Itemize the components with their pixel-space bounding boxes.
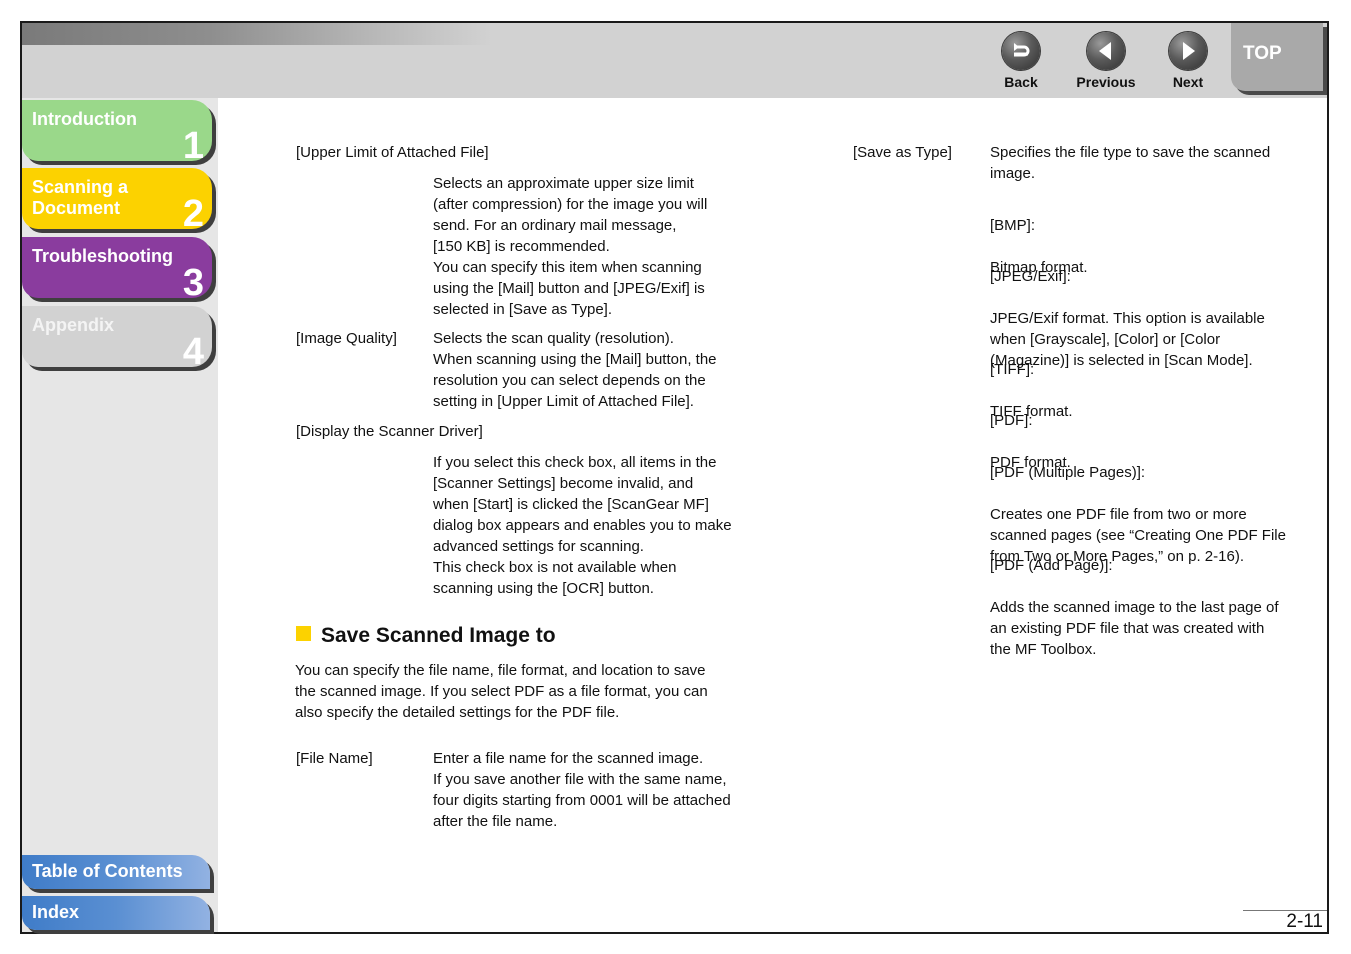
previous-button[interactable]: Previous: [1071, 32, 1141, 90]
back-arrow-icon: [1014, 43, 1030, 57]
next-button[interactable]: Next: [1153, 32, 1223, 90]
section-heading-text: Save Scanned Image to: [321, 624, 556, 647]
section-intro: You can specify the file name, file form…: [295, 662, 708, 721]
right-triangle-icon: [1183, 42, 1195, 60]
chapter-number: 1: [182, 125, 204, 167]
chapter-number: 2: [182, 193, 204, 235]
image-quality-term: [Image Quality]: [296, 330, 397, 347]
format-pdf-add-page: [PDF (Add Page)]: Adds the scanned image…: [990, 534, 1279, 681]
left-triangle-icon: [1099, 42, 1111, 60]
format-name: [PDF (Add Page)]:: [990, 557, 1113, 574]
chapter-title: Troubleshooting: [32, 246, 173, 266]
back-label: Back: [1004, 74, 1038, 90]
chapter-tab-appendix[interactable]: Appendix 4: [22, 306, 212, 371]
upper-limit-term: [Upper Limit of Attached File]: [296, 144, 489, 161]
save-as-type-term: [Save as Type]: [853, 144, 952, 161]
back-button[interactable]: Back: [986, 32, 1056, 90]
previous-label: Previous: [1076, 74, 1136, 90]
chapter-title: Scanning a Document: [32, 177, 129, 218]
chapter-tab-troubleshooting[interactable]: Troubleshooting 3: [22, 237, 212, 302]
chapter-title: Appendix: [32, 315, 115, 335]
format-name: [PDF]:: [990, 412, 1033, 429]
format-name: [TIFF]:: [990, 361, 1035, 378]
chapter-number: 4: [182, 331, 204, 373]
format-name: [JPEG/Exif]:: [990, 268, 1071, 285]
format-name: [PDF (Multiple Pages)]:: [990, 464, 1146, 481]
top-label: TOP: [1243, 43, 1282, 64]
format-desc: Adds the scanned image to the last page …: [990, 599, 1279, 658]
table-of-contents-label: Table of Contents: [32, 861, 183, 881]
chapter-tab-scanning-a-document[interactable]: Scanning a Document 2: [22, 168, 212, 233]
section-heading: Save Scanned Image to: [296, 624, 556, 648]
index-label: Index: [32, 902, 80, 922]
next-label: Next: [1172, 74, 1204, 90]
index-button[interactable]: Index: [22, 896, 210, 930]
upper-limit-desc: Selects an approximate upper size limit …: [433, 175, 708, 318]
heading-bullet-icon: [296, 626, 311, 641]
format-name: [BMP]:: [990, 217, 1036, 234]
top-button[interactable]: TOP: [1231, 23, 1323, 91]
image-quality-desc: Selects the scan quality (resolution). W…: [433, 330, 717, 410]
chapter-tab-introduction[interactable]: Introduction 1: [22, 100, 212, 165]
file-name-term: [File Name]: [296, 750, 373, 767]
chapter-title: Introduction: [32, 109, 137, 129]
header-gradient: [22, 23, 492, 45]
display-driver-desc: If you select this check box, all items …: [433, 454, 732, 597]
page-number: 2-11: [1286, 911, 1323, 932]
save-as-type-desc: Specifies the file type to save the scan…: [990, 144, 1271, 182]
display-driver-term: [Display the Scanner Driver]: [296, 423, 483, 440]
chapter-number: 3: [182, 262, 204, 304]
file-name-desc: Enter a file name for the scanned image.…: [433, 750, 731, 830]
table-of-contents-button[interactable]: Table of Contents: [22, 855, 210, 889]
